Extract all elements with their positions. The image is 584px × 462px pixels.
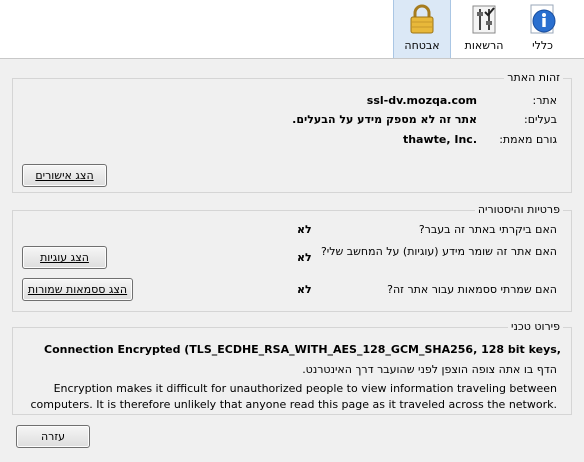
tab-general[interactable]: כללי — [515, 0, 570, 58]
visited-answer: לא — [297, 223, 312, 236]
technical-title: פירוט טכני — [508, 320, 563, 333]
identity-group: זהות האתר אתר: ssl-dv.mozqa.com בעלים: א… — [12, 71, 572, 193]
identity-title: זהות האתר — [504, 71, 563, 84]
view-certificate-button[interactable]: הצג אישורים — [22, 164, 107, 187]
encryption-explanation-1: Encryption makes it difficult for unauth… — [53, 382, 557, 395]
view-certificate-label: הצג אישורים — [35, 169, 94, 182]
tab-permissions-label: הרשאות — [464, 39, 504, 52]
permissions-icon — [472, 5, 496, 34]
tab-permissions[interactable]: הרשאות — [455, 0, 513, 58]
verifier-label: גורם מאמת: — [499, 133, 557, 146]
site-value: ssl-dv.mozqa.com — [366, 94, 477, 107]
passwords-question: האם שמרתי ססמאות עבור אתר זה? — [387, 283, 557, 296]
lock-icon — [410, 4, 434, 34]
help-button[interactable]: עזרה — [16, 425, 90, 448]
owner-label: בעלים: — [524, 113, 557, 126]
cookies-question: האם אתר זה שומר מידע (עוגיות) על המחשב ש… — [320, 245, 557, 258]
view-passwords-label: הצג ססמאות שמורות — [27, 283, 128, 296]
cookies-answer: לא — [297, 251, 312, 264]
view-cookies-label: הצג עוגיות — [40, 251, 89, 264]
toolbar: כללי הרשאות אבטחה — [0, 0, 584, 59]
owner-value: אתר זה לא מספק מידע על הבעלים. — [292, 113, 477, 126]
help-label: עזרה — [40, 430, 66, 443]
view-cookies-button[interactable]: הצג עוגיות — [22, 246, 107, 269]
tab-general-label: כללי — [532, 39, 553, 52]
view-passwords-button[interactable]: הצג ססמאות שמורות — [22, 278, 133, 301]
site-label: אתר: — [532, 94, 558, 107]
connection-status: Connection Encrypted (TLS_ECDHE_RSA_WITH… — [44, 343, 564, 356]
verifier-value: thawte, Inc. — [402, 133, 477, 146]
technical-group: פירוט טכני Connection Encrypted (TLS_ECD… — [12, 320, 572, 415]
privacy-title: פרטיות והיסטוריה — [474, 203, 563, 216]
info-icon — [530, 4, 555, 34]
encryption-explanation-2: computers. It is therefore unlikely that… — [30, 398, 557, 411]
visited-question: האם ביקרתי באתר זה בעבר? — [418, 223, 557, 236]
encryption-note: הדף בו אתה צופה הוצפן לפני שהועבר דרך הא… — [302, 363, 557, 376]
passwords-answer: לא — [297, 283, 312, 296]
privacy-group: פרטיות והיסטוריה האם ביקרתי באתר זה בעבר… — [12, 203, 572, 312]
tab-security[interactable]: אבטחה — [393, 0, 451, 58]
tab-security-label: אבטחה — [404, 39, 440, 52]
